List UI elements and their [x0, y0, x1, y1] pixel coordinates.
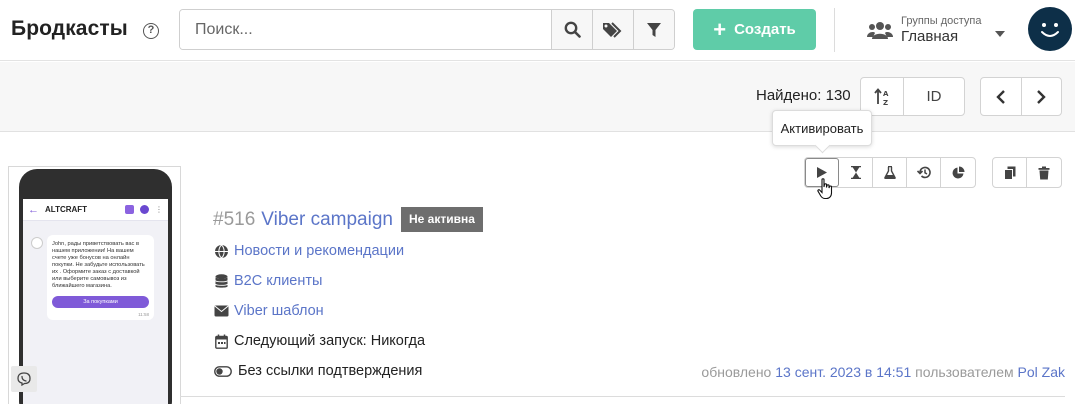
updated-info: обновлено 13 сент. 2023 в 14:51 пользова… [701, 364, 1065, 380]
trash-icon [1038, 166, 1050, 179]
smiley-icon [1041, 23, 1059, 37]
pie-chart-icon [952, 166, 965, 178]
header-divider [834, 8, 835, 52]
schedule-button[interactable] [839, 158, 873, 187]
hourglass-icon [850, 166, 861, 179]
chevron-left-icon [996, 89, 1005, 104]
updated-user-link[interactable]: Pol Zak [1018, 364, 1065, 380]
viber-icon [17, 372, 31, 386]
phone-frame: ← ALTCRAFT ⋮ John, рады приветствовать в… [19, 169, 172, 404]
database-icon [213, 273, 229, 289]
top-header: Бродкасты ? + Создать Группы доступа Гла… [0, 0, 1075, 61]
results-count: Найдено: 130 [756, 87, 851, 104]
copy-icon [1003, 166, 1015, 180]
toggle-icon [213, 363, 233, 379]
next-page-button[interactable] [1022, 78, 1062, 115]
search-icon [564, 21, 581, 38]
groups-label: Группы доступа [901, 14, 982, 27]
preview-time: 11:58 [138, 312, 149, 317]
campaign-manage-actions [992, 157, 1062, 188]
template-link[interactable]: Viber шаблон [234, 303, 324, 319]
campaign-id: #516 [213, 208, 256, 230]
svg-text:Z: Z [883, 99, 888, 106]
sort-alpha-icon: AZ [874, 87, 889, 106]
subscription-link[interactable]: Новости и рекомендации [234, 243, 404, 259]
tags-filter-button[interactable] [592, 10, 633, 49]
search-button[interactable] [551, 10, 592, 49]
database-link[interactable]: B2C клиенты [234, 273, 322, 289]
pagination [980, 77, 1062, 116]
calendar-icon [213, 333, 229, 349]
page-title: Бродкасты [11, 17, 128, 40]
preview-message-bubble: John, рады приветствовать вас в нашем пр… [47, 235, 154, 320]
confirmation-row: Без ссылки подтверждения [213, 363, 422, 379]
search-input[interactable] [180, 10, 551, 49]
more-icon: ⋮ [155, 205, 163, 214]
preview-brand: ALTCRAFT [45, 205, 88, 214]
users-icon [867, 22, 893, 39]
updated-by-label: пользователем [915, 364, 1014, 380]
status-badge: Не активна [400, 207, 483, 232]
copy-button[interactable] [993, 158, 1027, 187]
campaign-title: #516 Viber campaign Не активна [213, 207, 483, 232]
shop-icon [125, 205, 134, 214]
phone-screen: ← ALTCRAFT ⋮ John, рады приветствовать в… [23, 199, 168, 404]
template-row: Viber шаблон [213, 303, 324, 319]
phone-app-bar: ← ALTCRAFT ⋮ [23, 199, 168, 221]
create-button[interactable]: + Создать [693, 9, 816, 50]
activate-tooltip: Активировать [772, 110, 872, 146]
filter-button[interactable] [633, 10, 674, 49]
updated-prefix: обновлено [701, 364, 772, 380]
campaign-name-link[interactable]: Viber campaign [261, 209, 393, 231]
sort-field-select[interactable]: ID [904, 78, 964, 115]
database-row: B2C клиенты [213, 273, 322, 289]
groups-value: Главная [901, 27, 959, 45]
sort-control: AZ ID [860, 77, 965, 116]
chevron-right-icon [1037, 89, 1046, 104]
list-toolbar: Найдено: 130 AZ ID [0, 62, 1075, 132]
flask-icon [883, 166, 896, 179]
sender-avatar [31, 237, 43, 249]
delete-button[interactable] [1027, 158, 1061, 187]
preview-cta-button: За покупками [52, 296, 149, 308]
history-icon [916, 166, 931, 179]
hand-cursor-icon [817, 178, 833, 200]
tags-icon [603, 22, 622, 38]
globe-icon [213, 243, 229, 259]
test-button[interactable] [873, 158, 907, 187]
back-arrow-icon: ← [28, 203, 39, 216]
confirmation-text: Без ссылки подтверждения [238, 363, 423, 379]
create-button-label: Создать [734, 21, 796, 38]
svg-text:A: A [883, 90, 889, 98]
access-groups-selector[interactable]: Группы доступа Главная [867, 10, 1006, 50]
help-icon[interactable]: ? [143, 23, 159, 39]
updated-date: 13 сент. 2023 в 14:51 [775, 364, 912, 380]
prev-page-button[interactable] [981, 78, 1022, 115]
card-divider [180, 396, 1065, 397]
avatar[interactable] [1028, 7, 1072, 51]
envelope-icon [213, 303, 229, 319]
history-button[interactable] [907, 158, 941, 187]
info-icon [140, 205, 149, 214]
preview-message-text: John, рады приветствовать вас в нашем пр… [52, 241, 145, 289]
filter-icon [647, 22, 661, 37]
stats-button[interactable] [941, 158, 975, 187]
plus-icon: + [713, 16, 727, 42]
next-run-text: Следующий запуск: Никогда [234, 333, 426, 349]
viber-channel-badge [11, 366, 37, 392]
next-run-row: Следующий запуск: Никогда [213, 333, 425, 349]
chevron-down-icon [995, 31, 1006, 37]
search-bar [179, 9, 675, 50]
subscription-row: Новости и рекомендации [213, 243, 404, 259]
